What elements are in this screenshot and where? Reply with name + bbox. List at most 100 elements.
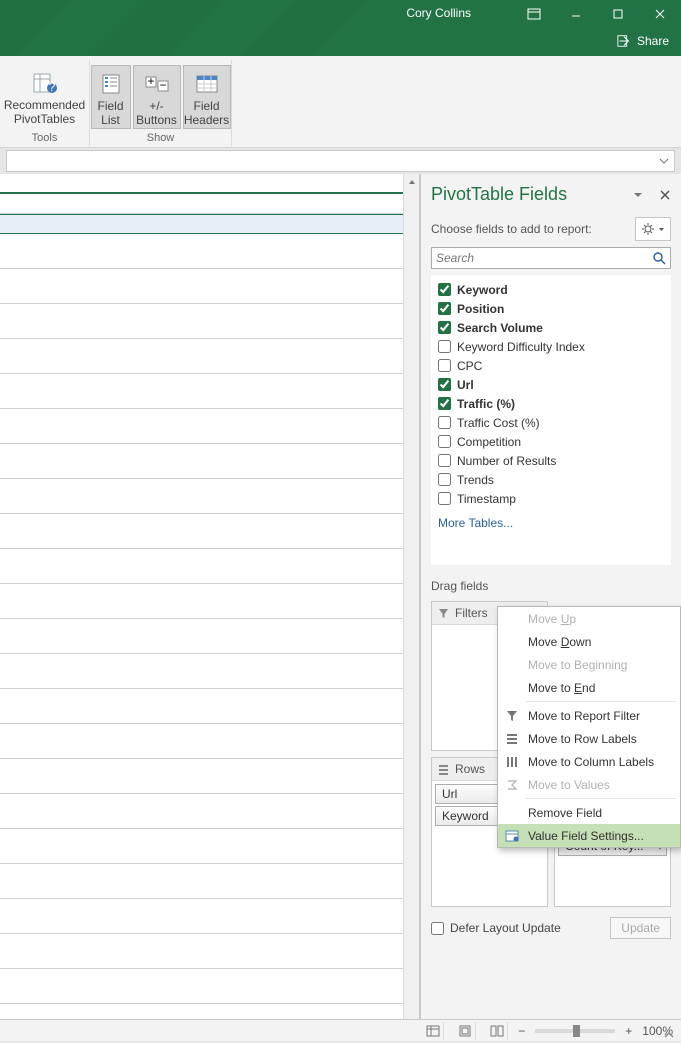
cell-row[interactable]	[0, 549, 419, 584]
minimize-button[interactable]	[555, 0, 597, 28]
field-item[interactable]: Keyword Difficulty Index	[434, 337, 668, 356]
menu-item[interactable]: Move to End	[498, 676, 680, 699]
field-checkbox[interactable]	[438, 321, 451, 334]
menu-item[interactable]: Move Down	[498, 630, 680, 653]
ribbon-display-options[interactable]	[513, 0, 555, 28]
cell-row[interactable]	[0, 829, 419, 864]
cell-row[interactable]	[0, 479, 419, 514]
field-item[interactable]: Search Volume	[434, 318, 668, 337]
workspace: PivotTable Fields Choose fields to add t…	[0, 174, 681, 1019]
page-break-view-button[interactable]	[486, 1022, 508, 1040]
pivottable-fields-pane: PivotTable Fields Choose fields to add t…	[420, 174, 681, 1019]
scroll-up-button[interactable]	[404, 174, 419, 190]
field-item[interactable]: Number of Results	[434, 451, 668, 470]
zoom-slider[interactable]	[535, 1029, 615, 1033]
menu-item[interactable]: Value Field Settings...	[498, 824, 680, 847]
field-checkbox[interactable]	[438, 359, 451, 372]
maximize-button[interactable]	[597, 0, 639, 28]
field-checkbox[interactable]	[438, 397, 451, 410]
recommended-pivottables-button[interactable]: ? Recommended PivotTables	[7, 65, 83, 129]
layout-options-button[interactable]	[635, 217, 671, 241]
cell-row[interactable]	[0, 174, 419, 194]
recommended-pivottables-icon: ?	[31, 69, 59, 97]
field-headers-button[interactable]: Field Headers	[183, 65, 231, 129]
cell-row[interactable]	[0, 689, 419, 724]
cell-row[interactable]	[0, 584, 419, 619]
menu-item[interactable]: Remove Field	[498, 801, 680, 824]
ribbon-group-show: Field List +− +/- Buttons Field Headers …	[90, 60, 232, 146]
cell-row[interactable]	[0, 794, 419, 829]
cell-row[interactable]	[0, 409, 419, 444]
share-button[interactable]: Share	[617, 34, 669, 48]
field-item[interactable]: Trends	[434, 470, 668, 489]
field-checkbox[interactable]	[438, 454, 451, 467]
field-checkbox[interactable]	[438, 416, 451, 429]
cell-row[interactable]	[0, 234, 419, 269]
menu-item[interactable]: Move to Report Filter	[498, 704, 680, 727]
cell-row[interactable]	[0, 899, 419, 934]
cols-icon	[504, 754, 520, 770]
field-checkbox[interactable]	[438, 283, 451, 296]
account-name[interactable]: Cory Collins	[406, 6, 471, 20]
field-label: Keyword Difficulty Index	[457, 340, 585, 354]
normal-view-button[interactable]	[422, 1022, 444, 1040]
menu-separator	[526, 798, 676, 799]
field-item[interactable]: Url	[434, 375, 668, 394]
field-item[interactable]: Traffic (%)	[434, 394, 668, 413]
field-checkbox[interactable]	[438, 435, 451, 448]
field-checkbox[interactable]	[438, 340, 451, 353]
collapse-ribbon-button[interactable]	[663, 1029, 675, 1041]
close-pane-button[interactable]	[659, 189, 671, 201]
defer-layout-checkbox[interactable]: Defer Layout Update	[431, 921, 561, 935]
field-checkbox[interactable]	[438, 378, 451, 391]
field-item[interactable]: Competition	[434, 432, 668, 451]
menu-separator	[526, 701, 676, 702]
ribbon-group-tools: ? Recommended PivotTables Tools	[0, 60, 90, 146]
pane-options-button[interactable]	[633, 190, 643, 200]
ribbon-group-label: Show	[147, 129, 175, 146]
cell-row[interactable]	[0, 724, 419, 759]
cell-row[interactable]	[0, 619, 419, 654]
more-tables-link[interactable]: More Tables...	[434, 508, 668, 538]
field-checkbox[interactable]	[438, 302, 451, 315]
field-checkbox[interactable]	[438, 492, 451, 505]
cell-row[interactable]	[0, 269, 419, 304]
cell-row[interactable]	[0, 864, 419, 899]
update-button[interactable]: Update	[610, 917, 671, 939]
field-item[interactable]: CPC	[434, 356, 668, 375]
chevron-down-icon	[658, 226, 665, 233]
plus-minus-buttons-button[interactable]: +− +/- Buttons	[133, 65, 181, 129]
cell-row[interactable]	[0, 969, 419, 1004]
cell-row[interactable]	[0, 214, 419, 234]
formula-bar[interactable]	[6, 150, 675, 172]
close-button[interactable]	[639, 0, 681, 28]
cell-row[interactable]	[0, 339, 419, 374]
search-input[interactable]	[436, 251, 652, 265]
zoom-in-button[interactable]: +	[625, 1024, 632, 1038]
worksheet-area[interactable]	[0, 174, 420, 1019]
menu-item[interactable]: Move to Row Labels	[498, 727, 680, 750]
cell-row[interactable]	[0, 304, 419, 339]
field-label: Search Volume	[457, 321, 543, 335]
field-item[interactable]: Timestamp	[434, 489, 668, 508]
field-item[interactable]: Keyword	[434, 280, 668, 299]
cell-row[interactable]	[0, 194, 419, 214]
cell-row[interactable]	[0, 374, 419, 409]
cell-row[interactable]	[0, 934, 419, 969]
field-item[interactable]: Traffic Cost (%)	[434, 413, 668, 432]
field-checkbox[interactable]	[438, 473, 451, 486]
formula-bar-expand[interactable]	[656, 153, 672, 169]
search-fields-box[interactable]	[431, 247, 671, 269]
vertical-scrollbar[interactable]	[403, 174, 419, 1019]
cell-row[interactable]	[0, 759, 419, 794]
cell-row[interactable]	[0, 444, 419, 479]
cell-row[interactable]	[0, 654, 419, 689]
field-item[interactable]: Position	[434, 299, 668, 318]
field-list-button[interactable]: Field List	[91, 65, 131, 129]
cell-row[interactable]	[0, 514, 419, 549]
menu-item: Move to Beginning	[498, 653, 680, 676]
menu-item[interactable]: Move to Column Labels	[498, 750, 680, 773]
svg-text:−: −	[159, 78, 166, 92]
page-layout-view-button[interactable]	[454, 1022, 476, 1040]
zoom-out-button[interactable]: −	[518, 1024, 525, 1038]
